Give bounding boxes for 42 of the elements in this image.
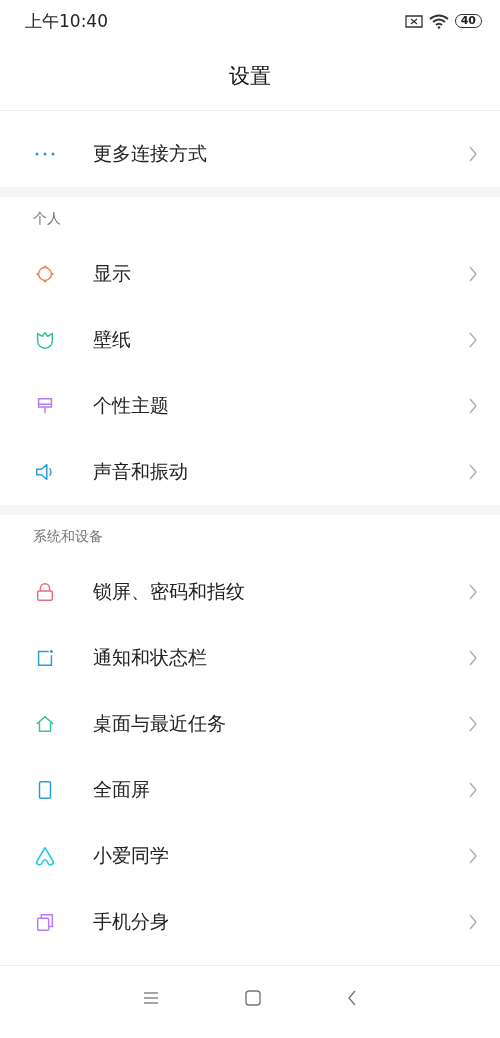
settings-row[interactable]: 锁屏、密码和指纹 xyxy=(0,559,500,625)
row-label: 通知和状态栏 xyxy=(93,645,208,670)
settings-row[interactable]: 桌面与最近任务 xyxy=(0,691,500,757)
settings-row[interactable]: 通知和状态栏 xyxy=(0,625,500,691)
row-label: 个性主题 xyxy=(93,393,170,418)
settings-row[interactable]: 个性主题 xyxy=(0,373,500,439)
chevron-icon xyxy=(468,398,478,414)
page-title: 设置 xyxy=(0,42,500,111)
wifi-icon xyxy=(428,13,449,29)
row-label: 手机分身 xyxy=(93,909,170,934)
chevron-icon xyxy=(468,584,478,600)
row-label: 显示 xyxy=(93,261,132,286)
settings-row[interactable]: 手机分身 xyxy=(0,889,500,955)
row-label: 更多连接方式 xyxy=(93,141,208,166)
sim-icon xyxy=(404,14,423,28)
row-label: 锁屏、密码和指纹 xyxy=(93,579,246,604)
chevron-icon xyxy=(468,914,478,930)
chevron-icon xyxy=(468,332,478,348)
row-label: 壁纸 xyxy=(93,327,132,352)
settings-row[interactable]: 显示 xyxy=(0,241,500,307)
row-label: 全面屏 xyxy=(93,777,151,802)
settings-row[interactable]: 更多连接方式 xyxy=(0,121,500,187)
status-time: 上午10:40 xyxy=(25,9,109,33)
chevron-icon xyxy=(468,782,478,798)
menu-icon[interactable] xyxy=(143,991,159,1005)
section-header: 系统和设备 xyxy=(0,515,500,559)
chevron-icon xyxy=(468,146,478,162)
chevron-icon xyxy=(468,716,478,732)
settings-row[interactable]: 全面屏 xyxy=(0,757,500,823)
chevron-icon xyxy=(468,464,478,480)
chevron-icon xyxy=(468,266,478,282)
row-label: 桌面与最近任务 xyxy=(93,711,227,736)
row-label: 声音和振动 xyxy=(93,459,189,484)
settings-row[interactable]: 声音和振动 xyxy=(0,439,500,505)
settings-row[interactable]: 小爱同学 xyxy=(0,823,500,889)
chevron-icon xyxy=(468,848,478,864)
settings-row[interactable]: 壁纸 xyxy=(0,307,500,373)
back-icon[interactable] xyxy=(347,990,357,1006)
section-header: 个人 xyxy=(0,197,500,241)
row-label: 小爱同学 xyxy=(93,843,170,868)
home-button-icon[interactable] xyxy=(245,990,261,1006)
chevron-icon xyxy=(468,650,478,666)
